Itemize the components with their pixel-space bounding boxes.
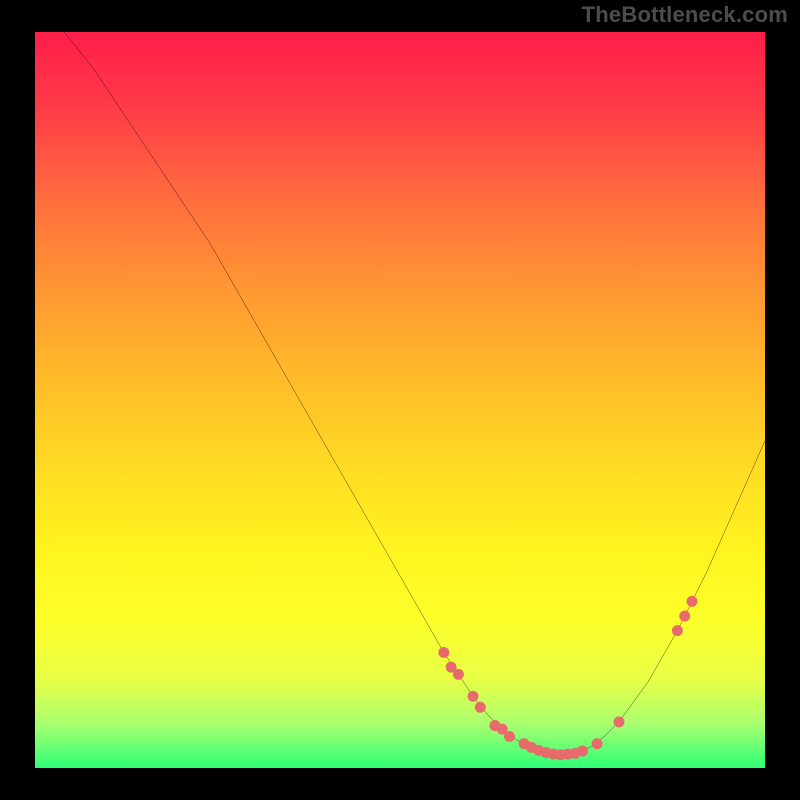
chart-frame: TheBottleneck.com <box>0 0 800 800</box>
watermark-text: TheBottleneck.com <box>582 2 788 28</box>
data-marker <box>614 716 625 727</box>
data-marker <box>475 702 486 713</box>
data-marker <box>577 746 588 757</box>
data-marker <box>438 647 449 658</box>
data-marker <box>679 611 690 622</box>
data-marker <box>468 691 479 702</box>
data-marker <box>672 625 683 636</box>
markers-group <box>438 596 697 760</box>
data-marker <box>453 669 464 680</box>
plot-area <box>35 32 765 768</box>
data-marker <box>592 738 603 749</box>
curve-path <box>64 32 765 755</box>
chart-svg <box>35 32 765 762</box>
data-marker <box>687 596 698 607</box>
data-marker <box>504 731 515 742</box>
